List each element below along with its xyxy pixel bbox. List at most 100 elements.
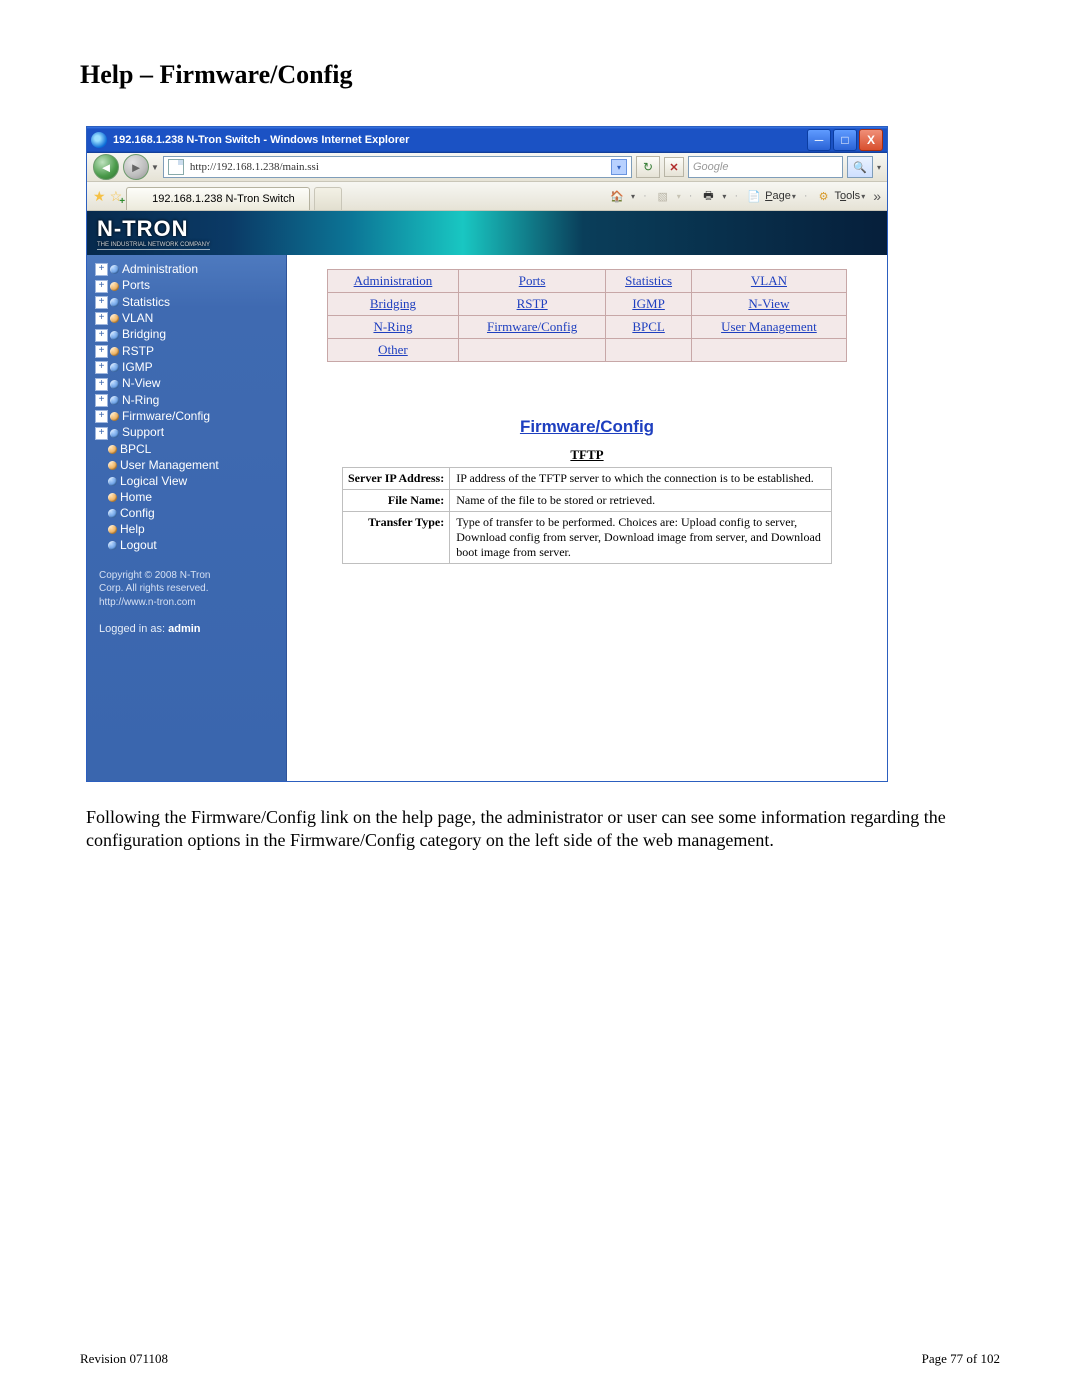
sidebar-item-igmp[interactable]: +IGMP [95, 359, 286, 375]
history-dropdown-icon[interactable]: ▼ [151, 163, 159, 172]
page-menu[interactable]: 📄Page▾ [746, 188, 796, 204]
expand-icon[interactable]: + [95, 312, 108, 325]
tab-label: 192.168.1.238 N-Tron Switch [152, 193, 295, 205]
sidebar-item-label: BPCL [120, 442, 151, 456]
refresh-button[interactable]: ↻ [636, 156, 660, 178]
tab-row: ★ ☆ 192.168.1.238 N-Tron Switch 🏠▾ · ▧▾ … [87, 182, 887, 211]
expand-icon[interactable]: + [95, 361, 108, 374]
sidebar-item-logout[interactable]: Logout [95, 537, 286, 553]
sidebar-item-n-ring[interactable]: +N-Ring [95, 392, 286, 408]
feeds-icon[interactable]: ▧ [655, 188, 671, 204]
search-button[interactable]: 🔍 [847, 156, 873, 178]
help-link-bpcl[interactable]: BPCL [606, 316, 692, 339]
favorites-icon[interactable]: ★ [93, 188, 106, 205]
bullet-icon [110, 429, 119, 438]
desc-value: Type of transfer to be performed. Choice… [450, 512, 832, 564]
sidebar-item-config[interactable]: Config [95, 505, 286, 521]
sidebar-copyright: Copyright © 2008 N-Tron Corp. All rights… [87, 563, 286, 614]
expand-icon[interactable]: + [95, 345, 108, 358]
bullet-icon [108, 525, 117, 534]
help-link-rstp[interactable]: RSTP [458, 293, 605, 316]
search-box[interactable]: Google [688, 156, 843, 178]
maximize-button[interactable]: □ [833, 129, 857, 151]
overflow-icon[interactable]: » [873, 188, 881, 204]
sidebar-item-rstp[interactable]: +RSTP [95, 343, 286, 359]
help-link-ports[interactable]: Ports [458, 270, 605, 293]
bullet-icon [108, 493, 117, 502]
bullet-icon [108, 477, 117, 486]
tools-menu[interactable]: ⚙Tools▾ [816, 188, 866, 204]
sidebar-item-help[interactable]: Help [95, 521, 286, 537]
ie-logo-icon [91, 132, 107, 148]
help-link-bridging[interactable]: Bridging [328, 293, 459, 316]
bullet-icon [110, 380, 119, 389]
tftp-description-table: Server IP Address:IP address of the TFTP… [342, 467, 832, 564]
help-link-n-ring[interactable]: N-Ring [328, 316, 459, 339]
page-heading: Help – Firmware/Config [80, 60, 1000, 90]
page-viewport: N-TRON THE INDUSTRIAL NETWORK COMPANY +A… [87, 211, 887, 781]
desc-key: File Name: [343, 490, 450, 512]
sidebar-item-label: User Management [120, 458, 219, 472]
ie-screenshot: 192.168.1.238 N-Tron Switch - Windows In… [86, 126, 888, 782]
sidebar-item-home[interactable]: Home [95, 489, 286, 505]
expand-icon[interactable]: + [95, 378, 108, 391]
stop-button[interactable]: ✕ [664, 157, 684, 177]
page-number: Page 77 of 102 [922, 1351, 1000, 1367]
expand-icon[interactable]: + [95, 263, 108, 276]
url-input[interactable] [188, 160, 611, 174]
new-tab-button[interactable] [314, 187, 342, 210]
bullet-icon [110, 412, 119, 421]
sidebar-item-firmware-config[interactable]: +Firmware/Config [95, 408, 286, 424]
sidebar-item-user-management[interactable]: User Management [95, 457, 286, 473]
home-icon[interactable]: 🏠 [609, 188, 625, 204]
expand-icon[interactable]: + [95, 394, 108, 407]
bullet-icon [108, 541, 117, 550]
browser-tab[interactable]: 192.168.1.238 N-Tron Switch [126, 187, 310, 210]
expand-icon[interactable]: + [95, 410, 108, 423]
sidebar-item-label: Bridging [122, 327, 166, 341]
address-dropdown-icon[interactable]: ▾ [611, 159, 627, 175]
sidebar-item-label: Ports [122, 278, 150, 292]
help-link-firmware-config[interactable]: Firmware/Config [458, 316, 605, 339]
help-link-administration[interactable]: Administration [328, 270, 459, 293]
table-row: Transfer Type:Type of transfer to be per… [343, 512, 832, 564]
minimize-button[interactable]: ─ [807, 129, 831, 151]
expand-icon[interactable]: + [95, 296, 108, 309]
bullet-icon [108, 509, 117, 518]
forward-button[interactable]: ► [123, 154, 149, 180]
help-link-other[interactable]: Other [328, 339, 459, 362]
expand-icon[interactable]: + [95, 280, 108, 293]
back-button[interactable]: ◄ [93, 154, 119, 180]
expand-icon[interactable]: + [95, 427, 108, 440]
desc-value: IP address of the TFTP server to which t… [450, 468, 832, 490]
desc-value: Name of the file to be stored or retriev… [450, 490, 832, 512]
help-link-statistics[interactable]: Statistics [606, 270, 692, 293]
search-dropdown-icon[interactable]: ▾ [877, 163, 881, 172]
help-link-vlan[interactable]: VLAN [691, 270, 846, 293]
sidebar-item-bpcl[interactable]: BPCL [95, 441, 286, 457]
close-button[interactable]: X [859, 129, 883, 151]
bullet-icon [110, 314, 119, 323]
sidebar-item-label: VLAN [122, 311, 153, 325]
sidebar-item-statistics[interactable]: +Statistics [95, 294, 286, 310]
sidebar-item-ports[interactable]: + Ports [95, 277, 286, 293]
help-link-n-view[interactable]: N-View [691, 293, 846, 316]
address-bar[interactable]: ▾ [163, 156, 632, 178]
bullet-icon [110, 282, 119, 291]
help-link-user-management[interactable]: User Management [691, 316, 846, 339]
bullet-icon [108, 445, 117, 454]
revision-label: Revision 071108 [80, 1351, 168, 1367]
print-icon[interactable]: 🖶 [700, 188, 716, 204]
sidebar-item-support[interactable]: +Support [95, 424, 286, 440]
sidebar-item-bridging[interactable]: + Bridging [95, 326, 286, 342]
sidebar-item-logical-view[interactable]: Logical View [95, 473, 286, 489]
add-favorite-icon[interactable]: ☆ [110, 188, 123, 205]
help-link-igmp[interactable]: IGMP [606, 293, 692, 316]
window-titlebar: 192.168.1.238 N-Tron Switch - Windows In… [87, 127, 887, 153]
sidebar-item-vlan[interactable]: + VLAN [95, 310, 286, 326]
bullet-icon [110, 347, 119, 356]
sidebar-item-administration[interactable]: + Administration [95, 261, 286, 277]
sidebar-item-label: Administration [122, 262, 198, 276]
sidebar-item-n-view[interactable]: +N-View [95, 375, 286, 391]
expand-icon[interactable]: + [95, 329, 108, 342]
